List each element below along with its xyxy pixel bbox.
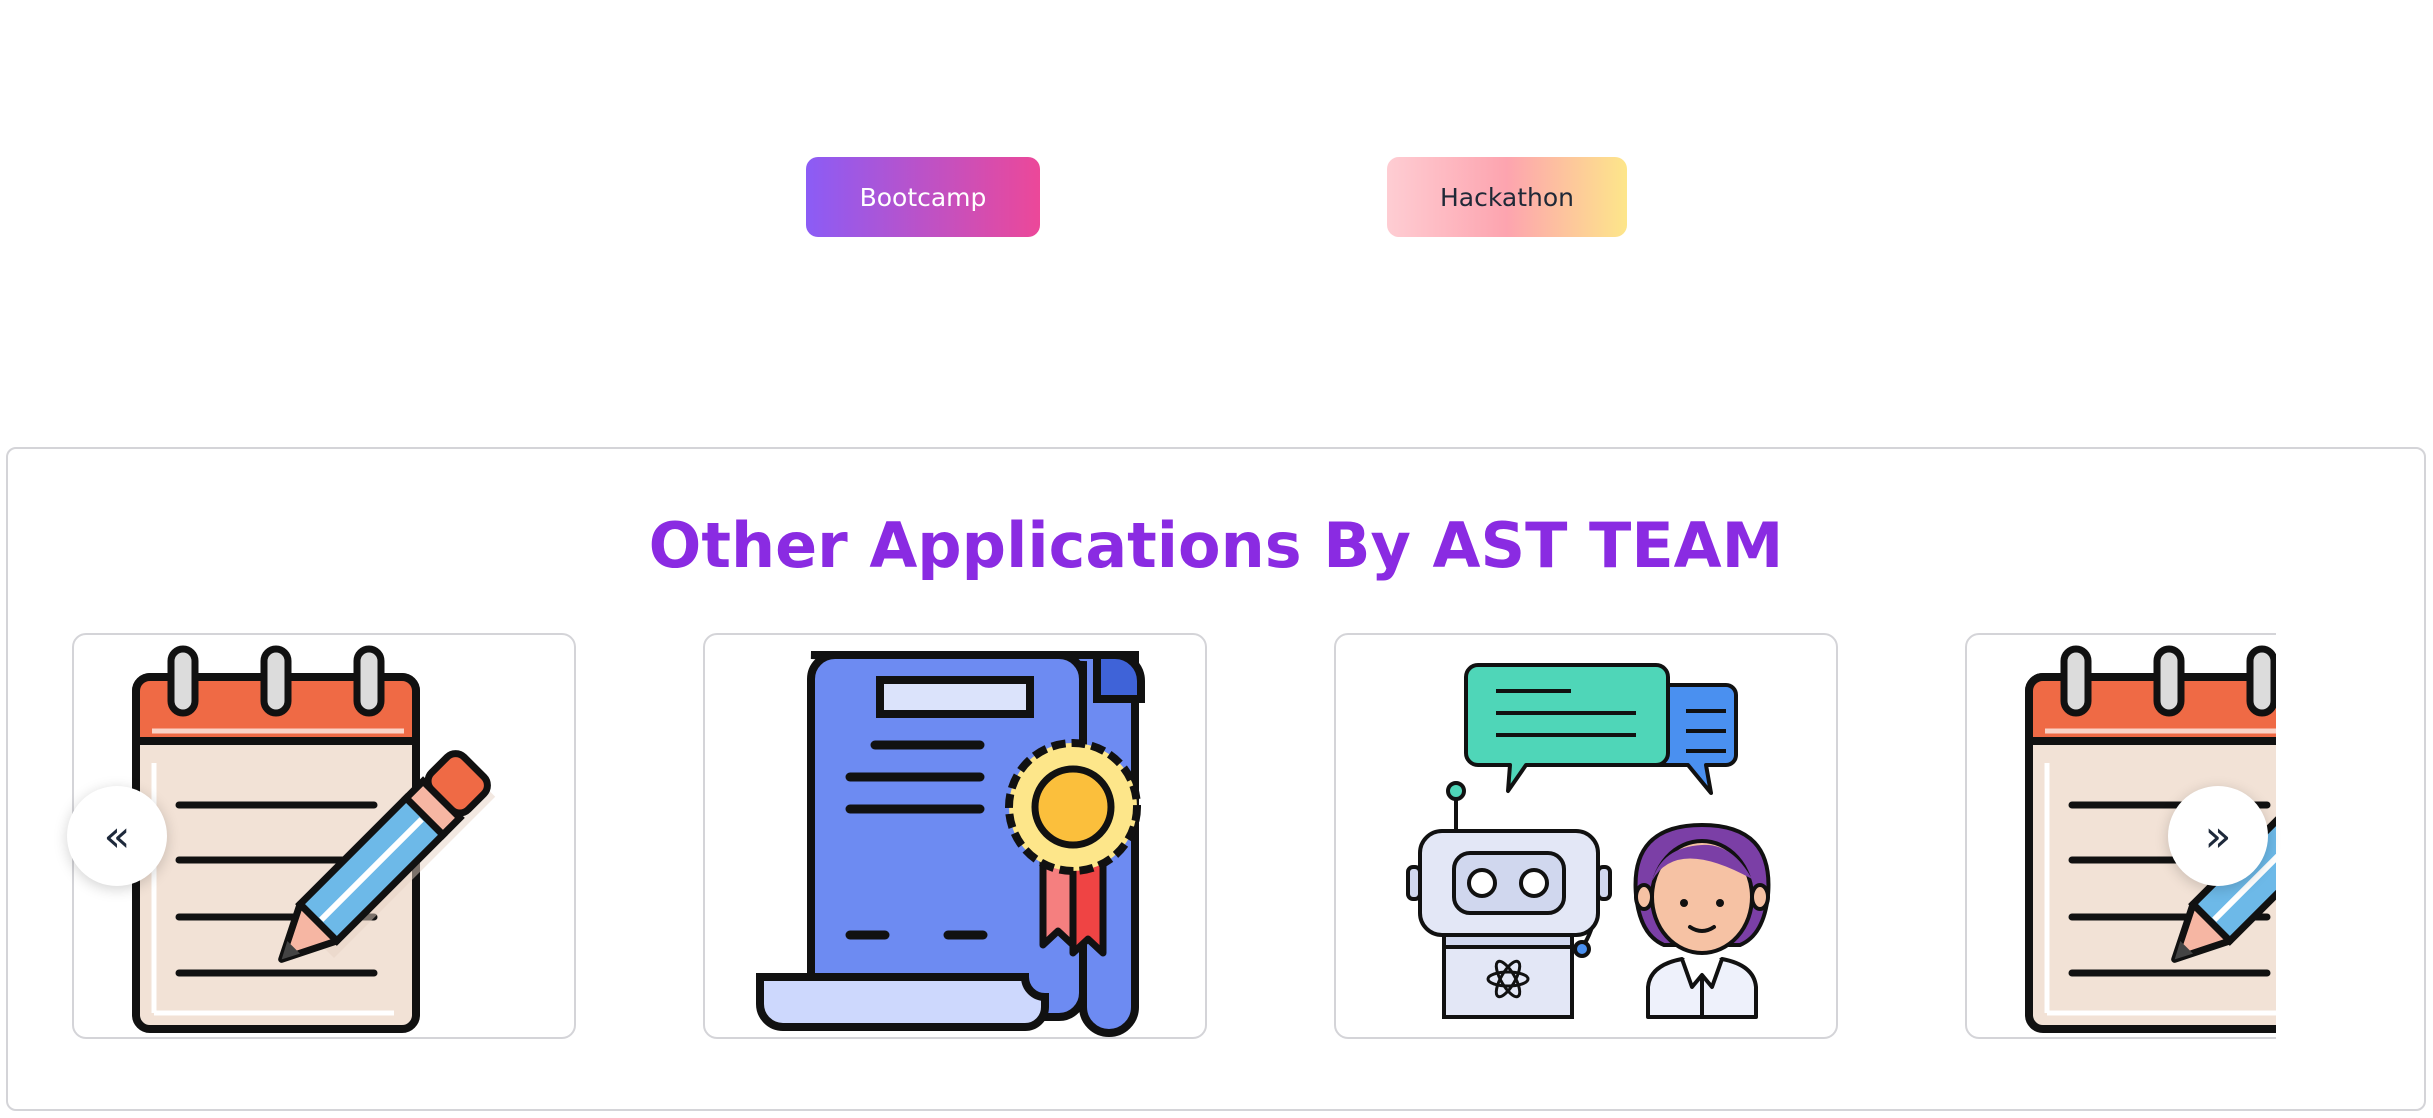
- other-applications-section: Other Applications By AST TEAM: [6, 447, 2426, 1111]
- section-title: Other Applications By AST TEAM: [648, 509, 1784, 582]
- app-card-3[interactable]: [1334, 633, 1838, 1039]
- carousel-prev-button[interactable]: «: [67, 786, 167, 886]
- chevron-double-left-icon: «: [103, 810, 131, 862]
- chevron-double-right-icon: »: [2204, 810, 2232, 862]
- certificate-scroll-icon: [756, 651, 1145, 1037]
- app-card-2[interactable]: [703, 633, 1207, 1039]
- chatbot-conversation-icon: [1406, 663, 1771, 1019]
- hackathon-button[interactable]: Hackathon: [1387, 157, 1627, 237]
- carousel-next-button[interactable]: »: [2168, 786, 2268, 886]
- bootcamp-button[interactable]: Bootcamp: [806, 157, 1040, 237]
- apps-carousel: [72, 633, 2276, 1045]
